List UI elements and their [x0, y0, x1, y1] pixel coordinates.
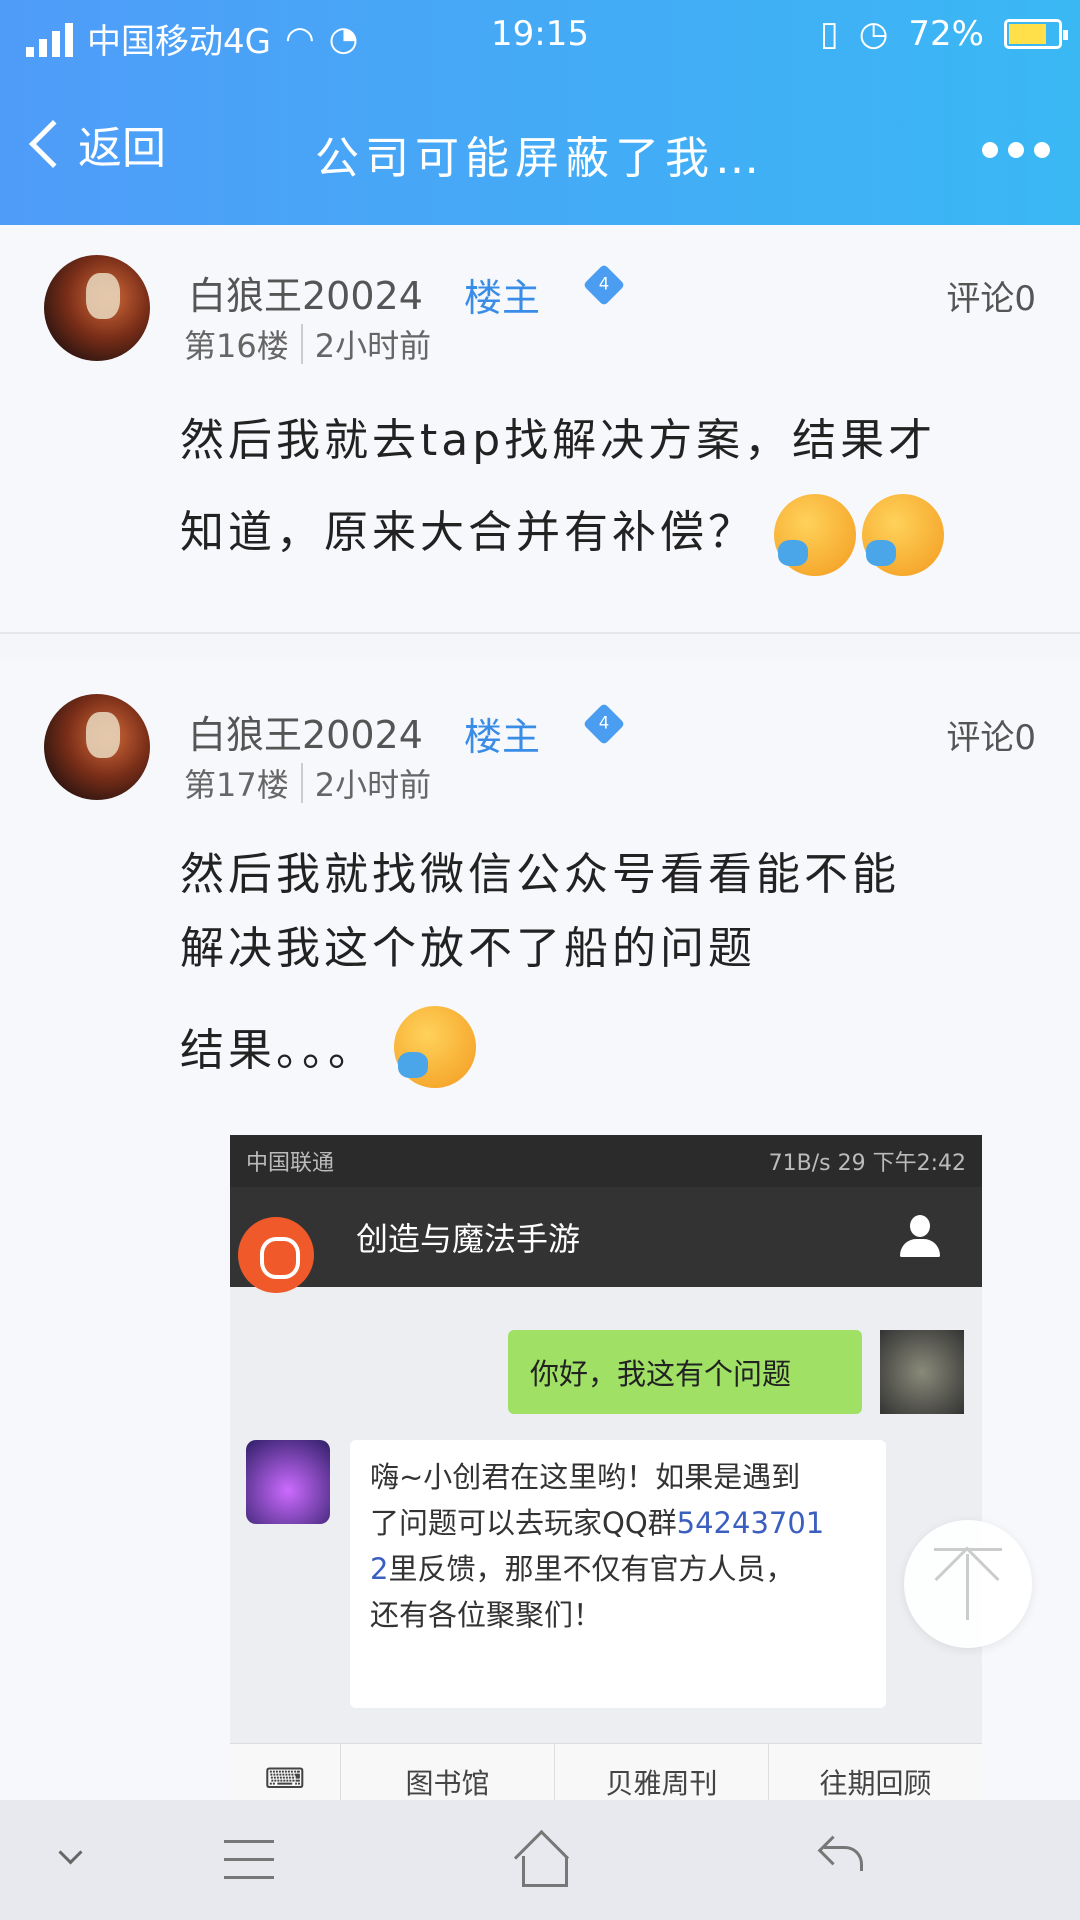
menu-icon[interactable]: [220, 1830, 280, 1890]
battery-icon: [1004, 19, 1068, 49]
post-floor-16: 白狼王20024 楼主 4 评论0 第16楼 2小时前 然后我就去tap找解决方…: [0, 225, 1080, 632]
chevron-down-icon[interactable]: [46, 1830, 106, 1890]
image-status-info: 71B/s 29 下午2:42: [768, 1151, 966, 1176]
back-arrow-icon[interactable]: [812, 1830, 872, 1890]
post-image[interactable]: 中国联通 71B/s 29 下午2:42 创造与魔法手游 你好，我这有个问题 嗨…: [230, 1135, 982, 1805]
image-menu-bar: ⌨ 图书馆 贝雅周刊 往期回顾: [230, 1743, 982, 1805]
system-nav-bar: [0, 1800, 1080, 1920]
floor-label: 第16楼: [184, 327, 289, 365]
level-value: 4: [598, 714, 610, 733]
meta-divider: [300, 763, 303, 803]
username[interactable]: 白狼王20024: [188, 265, 423, 320]
home-icon[interactable]: [514, 1830, 574, 1890]
chat-bubble-outgoing: 你好，我这有个问题: [508, 1330, 862, 1414]
post-time: 2小时前: [314, 766, 432, 804]
arrow-up-icon: [934, 1546, 1000, 1612]
post-text-line: 知道，原来大合并有补偿？: [180, 487, 1040, 579]
post-text-line: 然后我就去tap找解决方案，结果才: [180, 415, 937, 466]
battery-percent: 72%: [908, 14, 984, 54]
more-options-icon[interactable]: [982, 142, 1050, 158]
scroll-to-top-button[interactable]: [904, 1520, 1032, 1648]
chat-avatar-bot: [246, 1440, 330, 1524]
qq-group-link: 54243701: [676, 1506, 825, 1540]
avatar[interactable]: [44, 255, 150, 361]
image-carrier: 中国联通: [246, 1151, 335, 1176]
chat-text-line: 了问题可以去玩家QQ群54243701: [370, 1500, 866, 1546]
comments-count[interactable]: 评论0: [946, 271, 1036, 320]
user-icon: [898, 1215, 942, 1259]
chat-text: 了问题可以去玩家QQ群: [370, 1506, 677, 1540]
owner-badge: 楼主: [464, 715, 541, 759]
page-title: 公司可能屏蔽了我…: [315, 133, 765, 184]
chat-text-line: 嗨~小创君在这里哟！如果是遇到: [370, 1460, 801, 1494]
divider: [0, 632, 1080, 634]
image-menu-item: 图书馆: [340, 1744, 554, 1805]
post-text-line: 解决我这个放不了船的问题: [180, 923, 756, 974]
post-time: 2小时前: [314, 327, 432, 365]
app-header: 中国移动4G ◠ ◔ 19:15 ▯ ◷ 72% 返回 公司可能屏蔽了我…: [0, 0, 1080, 225]
image-menu-item: 贝雅周刊: [554, 1744, 768, 1805]
image-status-bar: 中国联通 71B/s 29 下午2:42: [230, 1135, 982, 1187]
avatar[interactable]: [44, 694, 150, 800]
angry-emoji-icon: [774, 494, 856, 576]
floor-label: 第17楼: [184, 766, 289, 804]
angry-emoji-icon: [862, 494, 944, 576]
nav-bar: 返回 公司可能屏蔽了我…: [0, 100, 1080, 200]
image-menu-item: 往期回顾: [768, 1744, 982, 1805]
chat-text-line: 2里反馈，那里不仅有官方人员，: [370, 1546, 866, 1592]
comments-count[interactable]: 评论0: [946, 710, 1036, 759]
post-content: 然后我就去tap找解决方案，结果才 知道，原来大合并有补偿？: [180, 395, 1040, 579]
chat-text-line: 还有各位聚聚们！: [370, 1598, 603, 1632]
owner-badge: 楼主: [464, 276, 541, 320]
chat-text: 里反馈，那里不仅有官方人员，: [388, 1552, 795, 1586]
status-bar: 中国移动4G ◠ ◔ 19:15 ▯ ◷ 72%: [0, 0, 1080, 74]
angry-emoji-icon: [394, 1006, 476, 1088]
post-content: 然后我就找微信公众号看看能不能 解决我这个放不了船的问题 结果。。。: [180, 838, 1040, 1088]
post-text-line: 结果。。。: [180, 1006, 1040, 1088]
post-meta: 第17楼 2小时前: [184, 760, 431, 806]
vibrate-icon: ▯: [820, 14, 839, 54]
chat-avatar-user: [880, 1330, 964, 1414]
level-badge: 4: [582, 263, 626, 307]
level-badge: 4: [582, 702, 626, 746]
post-text-line: 然后我就找微信公众号看看能不能: [180, 849, 900, 900]
username[interactable]: 白狼王20024: [188, 704, 423, 759]
chat-bubble-incoming: 嗨~小创君在这里哟！如果是遇到 了问题可以去玩家QQ群54243701 2里反馈…: [350, 1440, 886, 1708]
bug-icon: [238, 1217, 314, 1293]
meta-divider: [300, 324, 303, 364]
post-meta: 第16楼 2小时前: [184, 321, 431, 367]
alarm-icon: ◷: [858, 14, 889, 54]
keyboard-icon: ⌨: [264, 1762, 306, 1795]
qq-group-link: 2: [370, 1552, 389, 1586]
post-text: 结果。。。: [180, 1025, 376, 1076]
image-header-title: 创造与魔法手游: [356, 1220, 581, 1258]
image-header: 创造与魔法手游: [230, 1187, 982, 1293]
level-value: 4: [598, 275, 610, 294]
post-text: 知道，原来大合并有补偿？: [180, 507, 756, 558]
